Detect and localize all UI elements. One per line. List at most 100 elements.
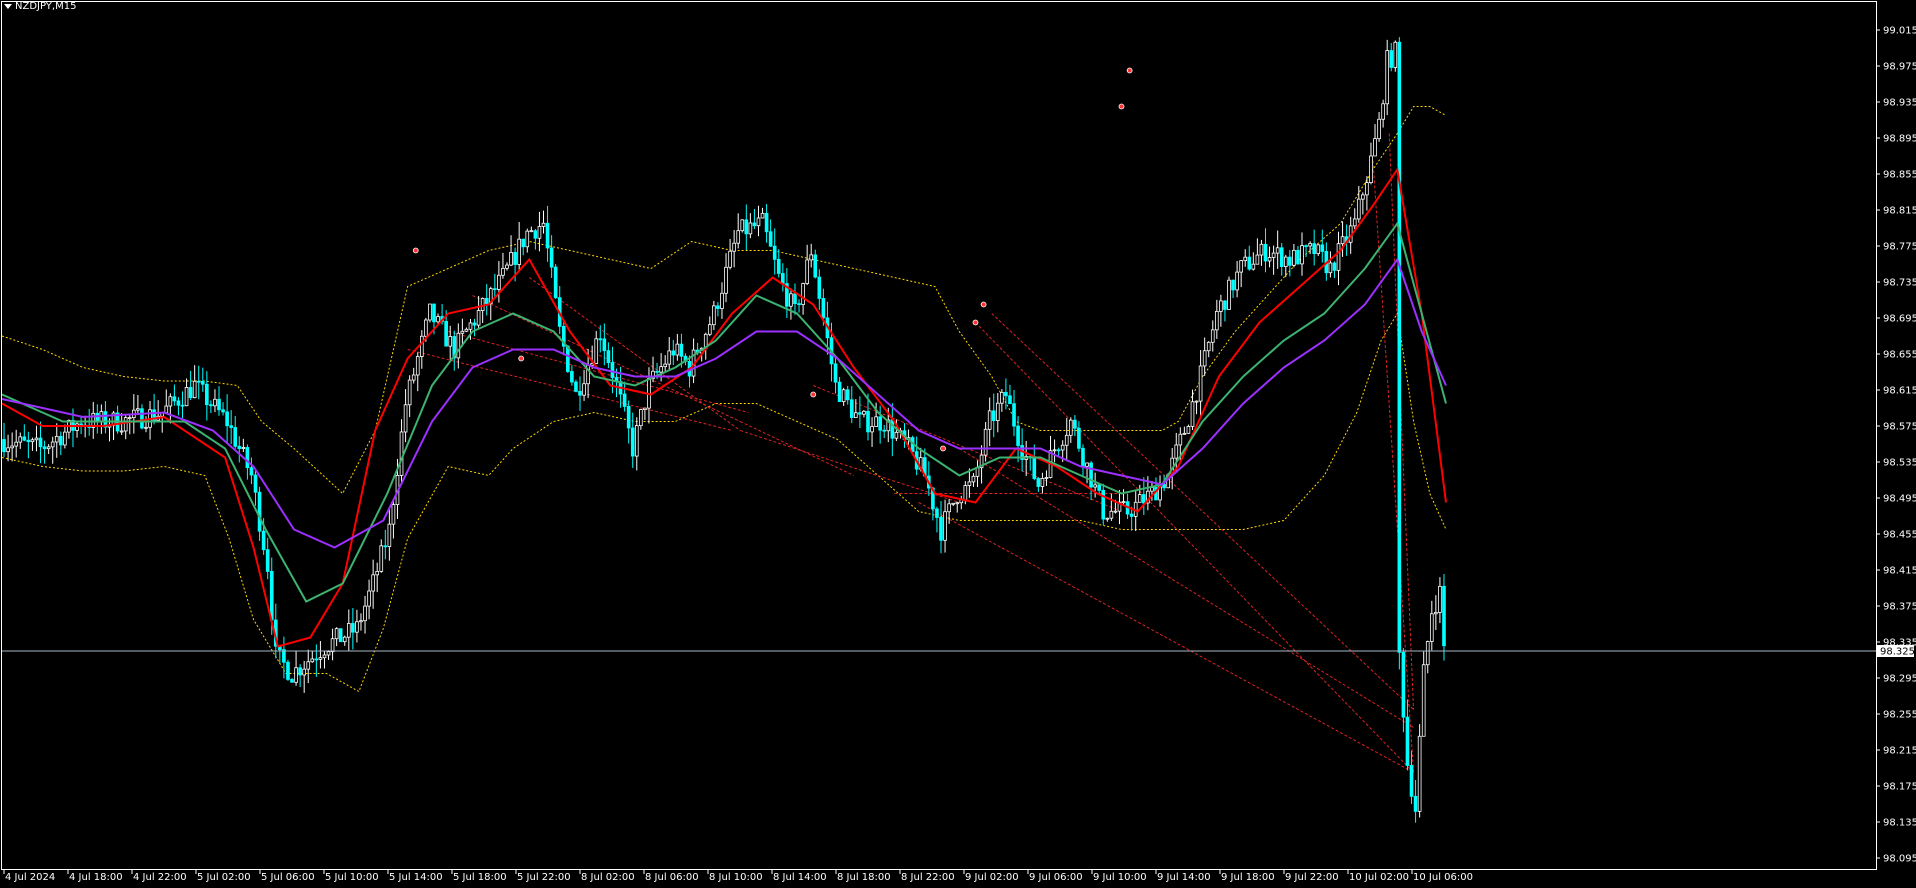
candle-body xyxy=(184,387,189,407)
candle-body xyxy=(841,389,846,402)
candle-body xyxy=(1081,447,1085,467)
candle-body xyxy=(707,324,712,335)
candle-body xyxy=(1263,243,1268,262)
candle-body xyxy=(545,222,550,249)
symbol-timeframe-label[interactable]: NZDJPY,M15 xyxy=(4,1,76,12)
candle xyxy=(553,264,558,299)
candle-body xyxy=(1219,300,1223,312)
candle-body xyxy=(1409,765,1414,797)
candle-body xyxy=(205,383,209,406)
x-tick-label: 8 Jul 22:00 xyxy=(901,872,955,883)
candle-body xyxy=(342,636,347,643)
candle-body xyxy=(679,343,684,357)
candle-body xyxy=(1085,462,1089,467)
candle-body xyxy=(821,298,826,319)
candle-body xyxy=(1032,456,1037,479)
candle-body xyxy=(180,404,185,407)
x-tick-label: 10 Jul 02:00 xyxy=(1349,872,1409,883)
candle-body xyxy=(411,374,416,381)
candle-body xyxy=(598,338,603,341)
candle-body xyxy=(1292,249,1296,266)
candle-body xyxy=(764,212,769,233)
x-tick-label: 5 Jul 18:00 xyxy=(453,872,507,883)
x-tick-label: 10 Jul 06:00 xyxy=(1413,872,1473,883)
candle-body xyxy=(720,292,724,309)
candle-body xyxy=(1312,243,1316,254)
candle-body xyxy=(310,658,315,663)
candle-body xyxy=(144,426,148,429)
candle-body xyxy=(752,222,757,227)
fractal-marker xyxy=(810,391,817,398)
candle-body xyxy=(1056,449,1061,452)
candle-body xyxy=(464,328,469,332)
price-chart[interactable]: 99.015 98.975 98.935 98.895 98.855 98.815 98.7… xyxy=(0,0,1916,888)
candle-body xyxy=(306,661,311,670)
candle-body xyxy=(1113,510,1118,513)
candle-body xyxy=(30,439,35,443)
candle-body xyxy=(34,437,39,441)
candle-body xyxy=(265,549,270,572)
candle-body xyxy=(809,254,814,261)
x-tick-label: 5 Jul 02:00 xyxy=(197,872,251,883)
dropdown-triangle-icon[interactable] xyxy=(4,4,12,9)
candle-body xyxy=(168,396,173,407)
x-tick-label: 5 Jul 14:00 xyxy=(389,872,443,883)
candle-body xyxy=(630,427,635,457)
candle-body xyxy=(200,380,205,385)
x-tick-label: 4 Jul 22:00 xyxy=(133,872,187,883)
candle-body xyxy=(667,350,672,365)
candle-body xyxy=(302,668,307,676)
candle-body xyxy=(1202,350,1207,367)
candle-body xyxy=(1425,641,1430,666)
candle-body xyxy=(472,322,477,326)
candle-body xyxy=(874,416,878,427)
candle-body xyxy=(712,305,716,326)
y-tick-label: 98.495 xyxy=(1883,494,1916,505)
candle-body xyxy=(987,410,992,430)
candle-body xyxy=(756,217,761,227)
candle-body xyxy=(351,623,355,633)
y-tick-label: 98.415 xyxy=(1883,566,1916,577)
candle-body xyxy=(1356,198,1361,220)
candle-body xyxy=(42,446,47,450)
candle-body xyxy=(1296,249,1300,265)
candle-body xyxy=(513,252,517,265)
x-tick-label: 9 Jul 14:00 xyxy=(1157,872,1211,883)
candle-body xyxy=(1316,244,1321,254)
candle xyxy=(1393,40,1398,72)
candle-body xyxy=(1141,494,1146,504)
chart-window[interactable]: 99.015 98.975 98.935 98.895 98.855 98.815 98.7… xyxy=(0,0,1916,888)
candle-body xyxy=(460,330,465,334)
candle-body xyxy=(537,226,542,239)
candle-body xyxy=(355,621,359,633)
candle-body xyxy=(196,380,201,383)
candle-body xyxy=(1109,510,1114,519)
x-tick-label: 5 Jul 10:00 xyxy=(325,872,379,883)
candle-body xyxy=(432,303,436,323)
candle-body xyxy=(269,571,274,621)
candle-body xyxy=(334,628,339,640)
candle-body xyxy=(862,410,866,415)
candle-body xyxy=(525,230,530,248)
candle-body xyxy=(740,219,745,232)
x-tick-label: 9 Jul 22:00 xyxy=(1285,872,1339,883)
candle-body xyxy=(188,387,193,399)
candle-body xyxy=(1288,256,1292,266)
candle-body xyxy=(1271,252,1276,258)
candle-body xyxy=(1243,256,1248,262)
candle-body xyxy=(249,467,254,476)
symbol-text: NZDJPY,M15 xyxy=(15,1,77,12)
candle xyxy=(286,659,290,681)
candle-body xyxy=(1421,664,1426,737)
candle-body xyxy=(282,649,286,663)
candle-body xyxy=(221,409,225,413)
candle xyxy=(1397,37,1402,670)
candle-body xyxy=(1401,651,1406,718)
candle-body xyxy=(1210,329,1215,343)
candle xyxy=(1227,276,1231,310)
candle-body xyxy=(935,508,939,518)
candle-body xyxy=(866,410,870,433)
candle-body xyxy=(1304,245,1308,248)
fractal-marker xyxy=(518,355,525,362)
candle-body xyxy=(1259,243,1264,256)
